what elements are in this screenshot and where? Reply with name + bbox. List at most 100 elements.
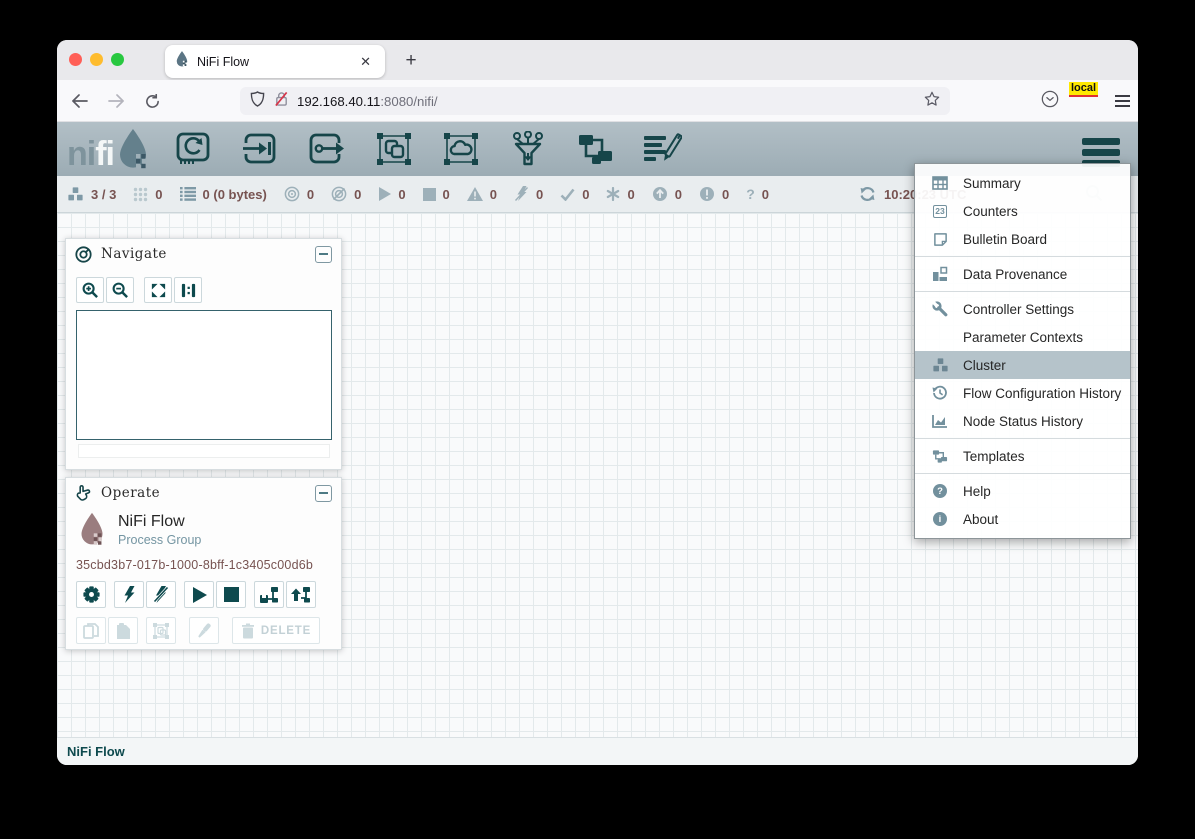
delete-label: DELETE xyxy=(261,625,311,637)
color-button[interactable] xyxy=(189,617,219,644)
cluster-cubes-icon xyxy=(930,357,950,373)
menu-item-about[interactable]: i About xyxy=(915,505,1130,533)
label-component-icon[interactable] xyxy=(641,130,683,168)
area-chart-icon xyxy=(930,414,950,428)
input-port-component-icon[interactable] xyxy=(239,130,281,168)
breadcrumb-bar: NiFi Flow xyxy=(57,737,1138,765)
menu-item-counters[interactable]: 23 Counters xyxy=(915,197,1130,225)
forward-button[interactable] xyxy=(103,88,129,114)
operate-palette: Operate NiFi Flow Process Group 35cbd3b7… xyxy=(65,477,342,650)
reload-button[interactable] xyxy=(139,88,165,114)
stat-connected-nodes: 3 / 3 xyxy=(67,186,116,202)
invalid-warning-icon xyxy=(467,187,483,201)
profile-avatar[interactable]: local xyxy=(1075,89,1099,113)
menu-item-summary[interactable]: Summary xyxy=(915,169,1130,197)
browser-tab[interactable]: NiFi Flow ✕ xyxy=(165,45,385,78)
birdseye-map[interactable] xyxy=(76,310,332,440)
maximize-window-button[interactable] xyxy=(111,53,124,66)
navigate-compass-icon xyxy=(75,246,92,263)
browser-window: NiFi Flow ✕ + 192.168.40.11:8080/nifi/ l… xyxy=(57,40,1138,765)
favicon-nifi-drop-icon xyxy=(175,51,189,72)
browser-menu-icon[interactable] xyxy=(1115,95,1130,107)
sync-failure-question-icon: ? xyxy=(746,186,755,202)
save-template-button[interactable] xyxy=(254,581,284,608)
selection-name: NiFi Flow xyxy=(118,513,201,531)
stale-arrow-up-icon xyxy=(652,186,668,202)
modified-stale-exclamation-icon xyxy=(699,186,715,202)
menu-item-controller-settings[interactable]: Controller Settings xyxy=(915,295,1130,323)
menu-item-data-provenance[interactable]: Data Provenance xyxy=(915,260,1130,288)
remote-process-group-component-icon[interactable] xyxy=(440,130,482,168)
bookmark-star-icon[interactable] xyxy=(924,91,940,112)
trash-icon xyxy=(241,623,255,639)
shield-permissions-icon[interactable] xyxy=(250,91,265,112)
threads-grid-icon xyxy=(133,187,148,202)
about-info-icon: i xyxy=(930,512,950,526)
locally-modified-asterisk-icon xyxy=(606,187,620,201)
navigate-collapse-button[interactable] xyxy=(315,246,332,263)
enable-button[interactable] xyxy=(114,581,144,608)
zoom-out-button[interactable] xyxy=(106,277,134,303)
start-button[interactable] xyxy=(184,581,214,608)
operate-collapse-button[interactable] xyxy=(315,485,332,502)
zoom-fit-button[interactable] xyxy=(144,277,172,303)
upload-template-button[interactable] xyxy=(286,581,316,608)
processor-component-icon[interactable] xyxy=(172,130,214,168)
stat-locally-modified: 0 xyxy=(606,187,634,202)
configuration-button[interactable] xyxy=(76,581,106,608)
up-to-date-check-icon xyxy=(560,188,575,201)
stop-button[interactable] xyxy=(216,581,246,608)
tab-close-icon[interactable]: ✕ xyxy=(356,52,375,72)
menu-divider xyxy=(915,438,1130,439)
titlebar: NiFi Flow ✕ + xyxy=(57,40,1138,80)
menu-item-bulletin-board[interactable]: Bulletin Board xyxy=(915,225,1130,253)
help-question-icon: ? xyxy=(930,484,950,498)
stat-running: 0 xyxy=(378,187,405,202)
process-group-component-icon[interactable] xyxy=(373,130,415,168)
menu-item-flow-configuration-history[interactable]: Flow Configuration History xyxy=(915,379,1130,407)
stat-up-to-date: 0 xyxy=(560,187,589,202)
menu-item-templates[interactable]: Templates xyxy=(915,442,1130,470)
stopped-square-icon xyxy=(423,188,436,201)
disabled-bolt-slash-icon xyxy=(514,186,529,202)
pocket-icon[interactable] xyxy=(1041,90,1059,113)
navigate-title: Navigate xyxy=(101,246,306,262)
menu-item-help[interactable]: ? Help xyxy=(915,477,1130,505)
insecure-lock-icon[interactable] xyxy=(274,91,289,112)
zoom-actual-size-button[interactable] xyxy=(174,277,202,303)
stat-transmitting: 0 xyxy=(284,186,314,202)
back-button[interactable] xyxy=(67,88,93,114)
selection-type: Process Group xyxy=(118,533,201,547)
menu-item-cluster[interactable]: Cluster xyxy=(915,351,1130,379)
operate-title: Operate xyxy=(101,485,306,501)
counters-icon: 23 xyxy=(930,205,950,218)
paste-button[interactable] xyxy=(108,617,138,644)
group-button[interactable] xyxy=(146,617,176,644)
bulletin-note-icon xyxy=(930,232,950,247)
zoom-in-button[interactable] xyxy=(76,277,104,303)
funnel-component-icon[interactable] xyxy=(507,130,549,168)
nifi-logo: nifi xyxy=(67,129,150,169)
delete-button[interactable]: DELETE xyxy=(232,617,320,644)
menu-item-node-status-history[interactable]: Node Status History xyxy=(915,407,1130,435)
close-window-button[interactable] xyxy=(69,53,82,66)
menu-item-parameter-contexts[interactable]: Parameter Contexts xyxy=(915,323,1130,351)
stat-active-threads: 0 xyxy=(133,187,162,202)
refresh-icon[interactable] xyxy=(859,186,876,202)
global-menu: Summary 23 Counters Bulletin Board Data … xyxy=(914,163,1131,539)
stat-disabled: 0 xyxy=(514,186,543,202)
minimize-window-button[interactable] xyxy=(90,53,103,66)
birdseye-handle[interactable] xyxy=(78,444,330,458)
new-tab-button[interactable]: + xyxy=(398,48,424,74)
breadcrumb-root[interactable]: NiFi Flow xyxy=(67,744,125,759)
disable-button[interactable] xyxy=(146,581,176,608)
template-component-icon[interactable] xyxy=(574,130,616,168)
transmitting-bullseye-icon xyxy=(284,186,300,202)
profile-badge: local xyxy=(1069,82,1098,97)
url-bar[interactable]: 192.168.40.11:8080/nifi/ xyxy=(240,87,950,115)
provenance-blocks-icon xyxy=(930,266,950,282)
output-port-component-icon[interactable] xyxy=(306,130,348,168)
copy-button[interactable] xyxy=(76,617,106,644)
stat-not-transmitting: 0 xyxy=(331,186,361,202)
stat-queued: 0 (0 bytes) xyxy=(180,187,267,202)
